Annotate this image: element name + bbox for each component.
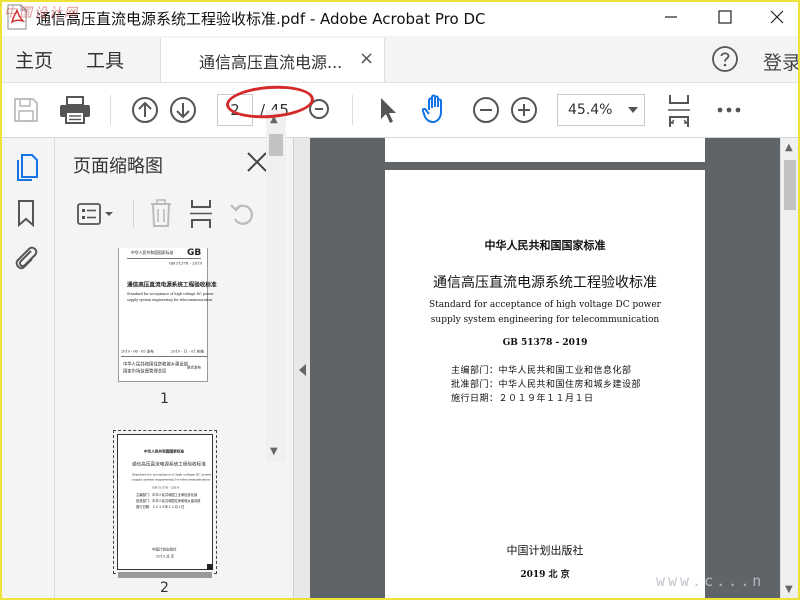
- thumb-date-effective: 2019 - 11 - 01 实施: [171, 349, 204, 354]
- zoom-dropdown[interactable]: 45.4%: [557, 94, 645, 126]
- zoom-value: 45.4%: [568, 102, 613, 118]
- window-title: 通信高压直流电源系统工程验收标准.pdf - Adobe Acrobat Pro…: [36, 10, 486, 28]
- thumbnail-scrollbar[interactable]: ▲ ▼: [266, 110, 286, 462]
- collapse-panel-icon[interactable]: [299, 364, 306, 376]
- thumb-code: GB 51378 - 2019: [169, 261, 202, 266]
- previous-page-icon[interactable]: [131, 96, 159, 124]
- thumbnail-tools: [67, 194, 277, 234]
- delete-page-icon[interactable]: [149, 198, 173, 228]
- thumb2-pub-year: 2019 北 京: [156, 554, 175, 559]
- doc-title: 通信高压直流电源系统工程验收标准: [433, 275, 657, 291]
- doc-english-2: supply system engineering for telecommun…: [430, 315, 660, 325]
- thumb2-effective: 施行日期：２０１９年１１月１日: [136, 505, 185, 510]
- watermark-bottom-right: www.c...n: [656, 572, 765, 590]
- thumb2-publisher: 中国计划出版社: [152, 547, 177, 552]
- thumb2-english-2: supply system engineering for telecommun…: [132, 478, 211, 482]
- thumb2-approver: 批准部门：中华人民共和国住房和城乡建设部: [136, 499, 201, 504]
- thumb-date-issue: 2019 - 06 - 05 发布: [121, 349, 154, 354]
- thumb-issuer-suffix: 联合发布: [187, 365, 201, 370]
- doc-effective: 施行日期：２０１９年１１月１日: [451, 394, 594, 404]
- thumb-title: 通信高压直流电源系统工程验收标准: [127, 281, 217, 289]
- help-icon[interactable]: [711, 45, 739, 73]
- current-page: 中华人民共和国国家标准 通信高压直流电源系统工程验收标准 Standard fo…: [385, 170, 705, 600]
- zoom-out-icon[interactable]: [472, 96, 500, 124]
- thumb-rule: [121, 356, 207, 357]
- hand-tool-icon[interactable]: [420, 92, 454, 126]
- menu-home[interactable]: 主页: [15, 46, 53, 73]
- select-cursor-icon[interactable]: [377, 95, 399, 125]
- gb-logo: GB: [187, 248, 202, 258]
- thumb-subtitle-1: Standard for acceptance of high voltage …: [127, 292, 214, 296]
- thumb2-editor: 主编部门：中华人民共和国工业和信息化部: [136, 493, 198, 498]
- maximize-button[interactable]: [702, 0, 748, 34]
- save-icon[interactable]: [12, 96, 40, 124]
- next-page-icon[interactable]: [169, 96, 197, 124]
- panel-title: 页面缩略图: [73, 156, 163, 177]
- scrollbar-thumb[interactable]: [784, 160, 796, 210]
- chevron-down-icon: [628, 107, 638, 113]
- thumb-rule: [127, 258, 201, 259]
- chevron-up-icon[interactable]: ▲: [785, 142, 793, 153]
- doc-approver: 批准部门：中华人民共和国住房和城乡建设部: [451, 380, 642, 390]
- rotate-counterclockwise-icon[interactable]: [229, 201, 257, 227]
- thumb-subtitle-2: supply system engineering for telecommun…: [127, 298, 213, 302]
- main-toolbar: 2 / 45 45.4%: [0, 82, 800, 138]
- thumb-corner-marker: [207, 564, 213, 570]
- title-bar: 通信高压直流电源系统工程验收标准.pdf - Adobe Acrobat Pro…: [0, 0, 800, 36]
- chevron-down-icon[interactable]: ▼: [785, 584, 793, 595]
- thumb2-english-1: Standard for acceptance of high voltage …: [132, 473, 212, 477]
- toolbar-separator: [133, 200, 134, 228]
- minimize-button[interactable]: [648, 0, 694, 34]
- print-icon[interactable]: [58, 95, 92, 125]
- doc-publisher: 中国计划出版社: [506, 544, 584, 557]
- thumbnail-page-2[interactable]: 中华人民共和国国家标准 通信高压直流电源系统工程验收标准 Standard fo…: [113, 430, 217, 578]
- thumb-header: 中华人民共和国国家标准: [131, 250, 174, 255]
- login-link[interactable]: 登录: [763, 48, 800, 75]
- doc-english-1: Standard for acceptance of high voltage …: [429, 300, 661, 310]
- toolbar-separator: [110, 95, 111, 125]
- document-scrollbar[interactable]: ▲ ▼: [780, 138, 798, 600]
- panel-splitter[interactable]: [293, 138, 310, 600]
- chevron-down-icon[interactable]: ▼: [270, 446, 278, 457]
- document-tab-label: 通信高压直流电源...: [199, 53, 343, 72]
- document-view: 中华人民共和国国家标准 通信高压直流电源系统工程验收标准 Standard fo…: [310, 138, 780, 600]
- thumb-page-edge: [118, 572, 212, 578]
- document-tab[interactable]: 通信高压直流电源... ×: [160, 38, 385, 82]
- zoom-in-icon[interactable]: [510, 96, 538, 124]
- thumb2-title: 通信高压直流电源系统工程验收标准: [132, 461, 206, 467]
- menu-tools[interactable]: 工具: [86, 46, 124, 73]
- thumbnail-list: 中华人民共和国国家标准 GB GB 51378 - 2019 通信高压直流电源系…: [55, 248, 280, 600]
- attachments-icon[interactable]: [12, 242, 40, 272]
- previous-page-bottom: [385, 138, 705, 162]
- thumbnail-label-1: 1: [160, 391, 169, 407]
- tab-close-button[interactable]: ×: [359, 48, 374, 69]
- doc-heading: 中华人民共和国国家标准: [484, 239, 606, 252]
- toolbar-separator: [352, 95, 353, 125]
- watermark-top-left: 中国设计网: [4, 6, 80, 21]
- doc-code: GB 51378 - 2019: [502, 338, 588, 348]
- bookmarks-icon[interactable]: [12, 198, 40, 228]
- more-tools-icon[interactable]: [716, 105, 742, 115]
- doc-editor: 主编部门：中华人民共和国工业和信息化部: [451, 366, 632, 376]
- page-thumbnails-icon[interactable]: [12, 152, 40, 182]
- close-window-button[interactable]: [754, 0, 800, 34]
- thumb2-code: GB 51378 - 2019: [152, 486, 179, 490]
- thumb2-heading: 中华人民共和国国家标准: [144, 449, 185, 454]
- insert-page-icon[interactable]: [189, 198, 213, 230]
- options-menu-icon[interactable]: [77, 202, 117, 226]
- fit-page-icon[interactable]: [666, 93, 692, 129]
- thumb-issuer-1: 中华人民共和国住房和城乡建设部: [123, 361, 189, 367]
- thumbnail-label-2: 2: [160, 580, 169, 596]
- thumbnails-panel: 页面缩略图 中华人民共和国国家标准 GB GB 51378 - 2019 通信高…: [55, 138, 293, 600]
- thumbnail-page-1[interactable]: 中华人民共和国国家标准 GB GB 51378 - 2019 通信高压直流电源系…: [118, 248, 217, 382]
- thumb-issuer-2: 国家市场监督管理总局: [123, 368, 167, 374]
- scrollbar-thumb[interactable]: [269, 134, 283, 156]
- navigation-rail: [0, 138, 55, 600]
